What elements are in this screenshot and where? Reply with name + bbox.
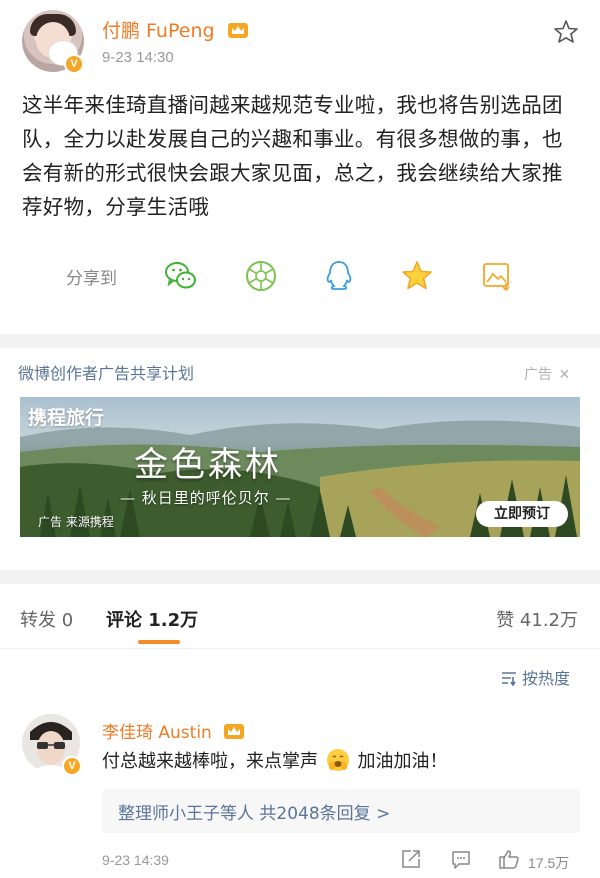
ad-subline: — 秋日里的呼伦贝尔 —	[120, 489, 292, 507]
tab-repost[interactable]: 转发 0	[20, 606, 73, 632]
close-icon[interactable]: ✕	[558, 367, 570, 383]
active-tab-indicator	[138, 640, 180, 644]
member-crown-icon	[224, 724, 245, 739]
commenter-name-text: 李佳琦 Austin	[102, 723, 212, 743]
sort-by-heat-button[interactable]: 按热度	[500, 665, 570, 689]
favorite-star-icon[interactable]	[552, 18, 580, 46]
verified-badge-icon: V	[62, 756, 82, 776]
comment-text: 付总越来越棒啦，来点掌声 加油加油！	[102, 748, 447, 776]
author-name-text: 付鹏 FuPeng	[102, 20, 215, 42]
post-body-text: 这半年来佳琦直播间越来越规范专业啦，我也将告别选品团队，全力以赴发展自己的兴趣和…	[22, 93, 563, 219]
ad-close-tag[interactable]: 广告 ✕	[524, 364, 570, 384]
ad-source: 广告 来源携程	[38, 515, 114, 529]
like-thumb-icon[interactable]	[498, 848, 520, 870]
post-timestamp: 9-23 14:30	[102, 49, 174, 66]
wechat-icon[interactable]	[164, 259, 198, 293]
comment-timestamp: 9-23 14:39	[102, 852, 169, 868]
ad-headline: 金色森林	[134, 445, 282, 485]
comment-text-part1: 付总越来越棒啦，来点掌声	[102, 751, 318, 772]
ad-tag-label: 广告	[524, 367, 552, 383]
ad-program-title[interactable]: 微博创作者广告共享计划	[18, 360, 194, 384]
verified-badge-icon: V	[64, 54, 84, 74]
section-divider	[0, 334, 600, 348]
sort-label: 按热度	[522, 669, 571, 688]
replies-text: 整理师小王子等人 共2048条回复 >	[118, 804, 391, 824]
share-label: 分享到	[66, 269, 117, 289]
ad-banner[interactable]: 携程旅行 金色森林 — 秋日里的呼伦贝尔 — 广告 来源携程 立即预订	[20, 397, 580, 537]
section-divider	[0, 570, 600, 584]
replies-link[interactable]: 整理师小王子等人 共2048条回复 >	[102, 789, 580, 833]
qzone-icon[interactable]	[400, 259, 434, 293]
comment-icon[interactable]	[450, 848, 472, 870]
applause-emoji-icon	[326, 749, 349, 771]
repost-icon[interactable]	[400, 848, 422, 870]
author-name[interactable]: 付鹏 FuPeng	[102, 16, 249, 43]
ad-brand: 携程旅行	[28, 407, 105, 429]
comment-text-part2: 加油加油！	[357, 751, 448, 772]
sort-icon	[502, 672, 516, 686]
tabs-divider	[0, 648, 600, 649]
comment-like-count: 17.5万	[528, 855, 570, 871]
qq-icon[interactable]	[322, 259, 356, 293]
commenter-name[interactable]: 李佳琦 Austin	[102, 718, 245, 743]
tab-comments[interactable]: 评论 1.2万	[106, 606, 198, 632]
moments-icon[interactable]	[244, 259, 278, 293]
book-now-button[interactable]: 立即预订	[476, 501, 568, 527]
member-crown-icon	[227, 23, 248, 38]
tab-likes[interactable]: 赞 41.2万	[496, 606, 578, 632]
image-icon[interactable]	[480, 259, 514, 293]
